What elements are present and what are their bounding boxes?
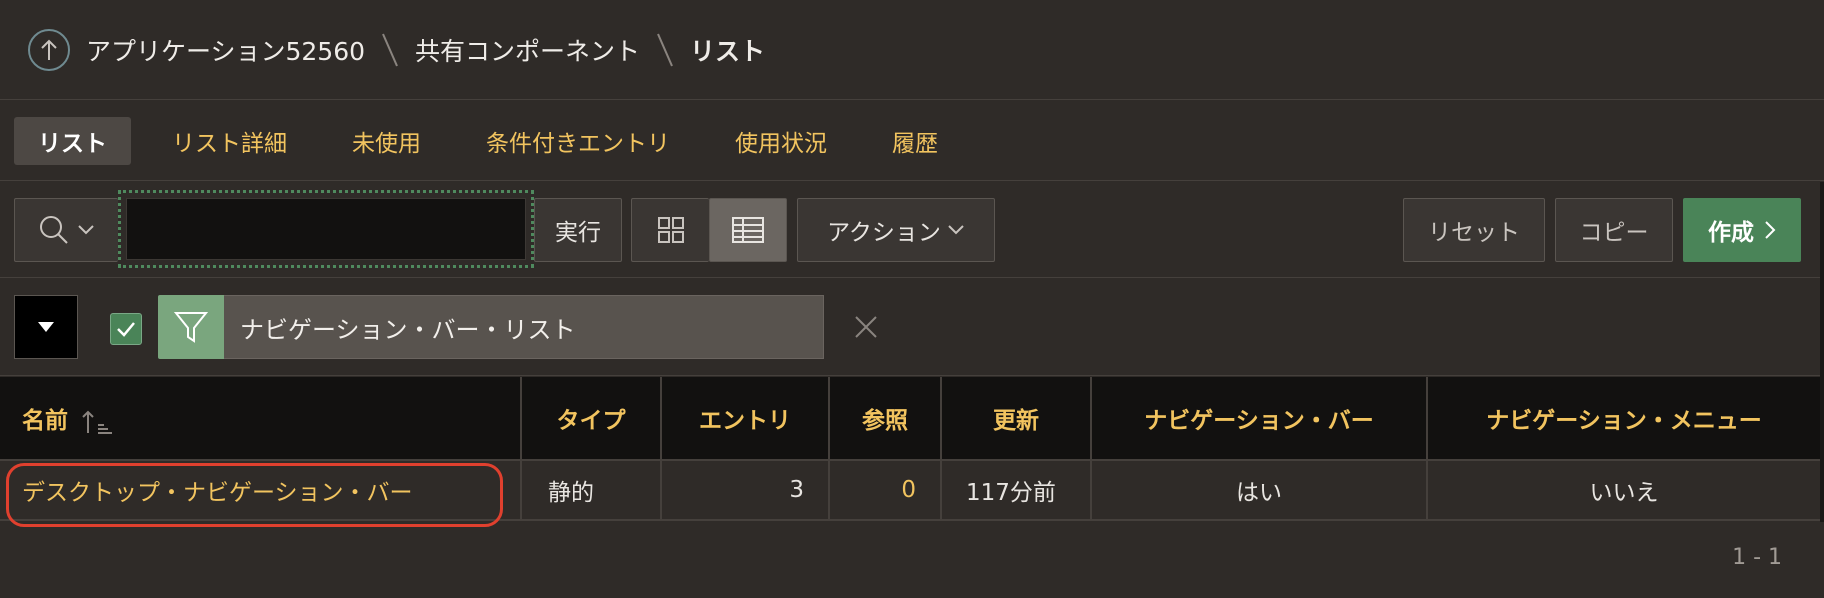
checkmark-icon — [117, 322, 135, 337]
breadcrumb-separator-icon — [382, 33, 398, 66]
grid-view-icon — [657, 217, 684, 243]
column-header-name-label: 名前 — [22, 408, 68, 434]
column-header-type[interactable]: タイプ — [521, 377, 662, 461]
toggle-filters-button[interactable] — [14, 295, 78, 359]
tab-unused[interactable]: 未使用 — [328, 117, 445, 165]
tab-conditional-entries[interactable]: 条件付きエントリ — [462, 117, 694, 165]
scrollbar-track[interactable] — [1820, 182, 1824, 522]
chevron-down-icon — [948, 225, 964, 235]
caret-down-icon — [38, 322, 54, 332]
cell-references-link[interactable]: 0 — [829, 460, 942, 521]
list-name-link[interactable]: デスクトップ・ナビゲーション・バー — [22, 480, 413, 506]
up-arrow-icon[interactable] — [28, 28, 70, 71]
column-header-name[interactable]: 名前 — [0, 377, 522, 461]
table-view-icon — [732, 217, 764, 243]
table-header-row: 名前 タイプ エントリ 参照 更新 ナビゲーション・バー ナビゲーション・メニュ… — [0, 377, 1820, 461]
filter-icon — [158, 295, 224, 359]
tab-history[interactable]: 履歴 — [868, 117, 962, 165]
pagination-range: 1 - 1 — [1732, 545, 1782, 570]
cell-name: デスクトップ・ナビゲーション・バー — [0, 460, 522, 521]
chevron-right-icon — [1765, 221, 1776, 239]
search-input[interactable] — [126, 198, 526, 260]
breadcrumb-bar: アプリケーション52560 共有コンポーネント リスト — [0, 0, 1824, 100]
copy-button[interactable]: コピー — [1555, 198, 1673, 262]
remove-filter-close-icon[interactable] — [848, 309, 884, 345]
filter-enabled-checkbox[interactable] — [110, 313, 142, 345]
tab-bar: リスト リスト詳細 未使用 条件付きエントリ 使用状況 履歴 — [0, 101, 1824, 181]
column-header-navigation-menu[interactable]: ナビゲーション・メニュー — [1427, 377, 1820, 461]
cell-navigation-bar: はい — [1091, 460, 1428, 521]
breadcrumb-shared-components[interactable]: 共有コンポーネント — [415, 32, 640, 68]
breadcrumb-separator-icon — [657, 33, 673, 66]
search-icon — [39, 216, 68, 244]
create-label: 作成 — [1708, 220, 1754, 246]
filter-row: ナビゲーション・バー・リスト — [0, 279, 1820, 376]
icon-view-button[interactable] — [631, 198, 709, 262]
column-header-entries[interactable]: エントリ — [661, 377, 830, 461]
actions-menu-button[interactable]: アクション — [797, 198, 995, 262]
column-header-navigation-bar[interactable]: ナビゲーション・バー — [1091, 377, 1428, 461]
search-field-focus — [118, 190, 534, 268]
reset-button[interactable]: リセット — [1403, 198, 1545, 262]
lists-report-table: 名前 タイプ エントリ 参照 更新 ナビゲーション・バー ナビゲーション・メニュ… — [0, 377, 1820, 521]
table-row: デスクトップ・ナビゲーション・バー 静的 3 0 117分前 はい いいえ — [0, 460, 1820, 521]
tab-list-details[interactable]: リスト詳細 — [148, 117, 311, 165]
report-view-button[interactable] — [709, 198, 787, 262]
cell-entries: 3 — [661, 460, 830, 521]
actions-label: アクション — [827, 220, 941, 246]
cell-navigation-menu: いいえ — [1427, 460, 1820, 521]
tab-lists[interactable]: リスト — [14, 116, 131, 165]
breadcrumb-current-lists: リスト — [690, 36, 766, 66]
cell-type: 静的 — [521, 460, 662, 521]
go-button[interactable]: 実行 — [534, 198, 622, 262]
report-toolbar: 実行 アクション リセット コピー 作成 — [0, 182, 1820, 278]
sort-ascending-icon — [82, 410, 113, 434]
column-header-updated[interactable]: 更新 — [941, 377, 1092, 461]
tab-utilization[interactable]: 使用状況 — [711, 117, 851, 165]
filter-label[interactable]: ナビゲーション・バー・リスト — [224, 295, 824, 359]
cell-updated: 117分前 — [941, 460, 1092, 521]
create-button[interactable]: 作成 — [1683, 198, 1801, 262]
chevron-down-icon — [77, 225, 94, 235]
column-header-references[interactable]: 参照 — [829, 377, 942, 461]
search-column-button[interactable] — [14, 198, 118, 262]
breadcrumb-application[interactable]: アプリケーション52560 — [86, 32, 365, 68]
